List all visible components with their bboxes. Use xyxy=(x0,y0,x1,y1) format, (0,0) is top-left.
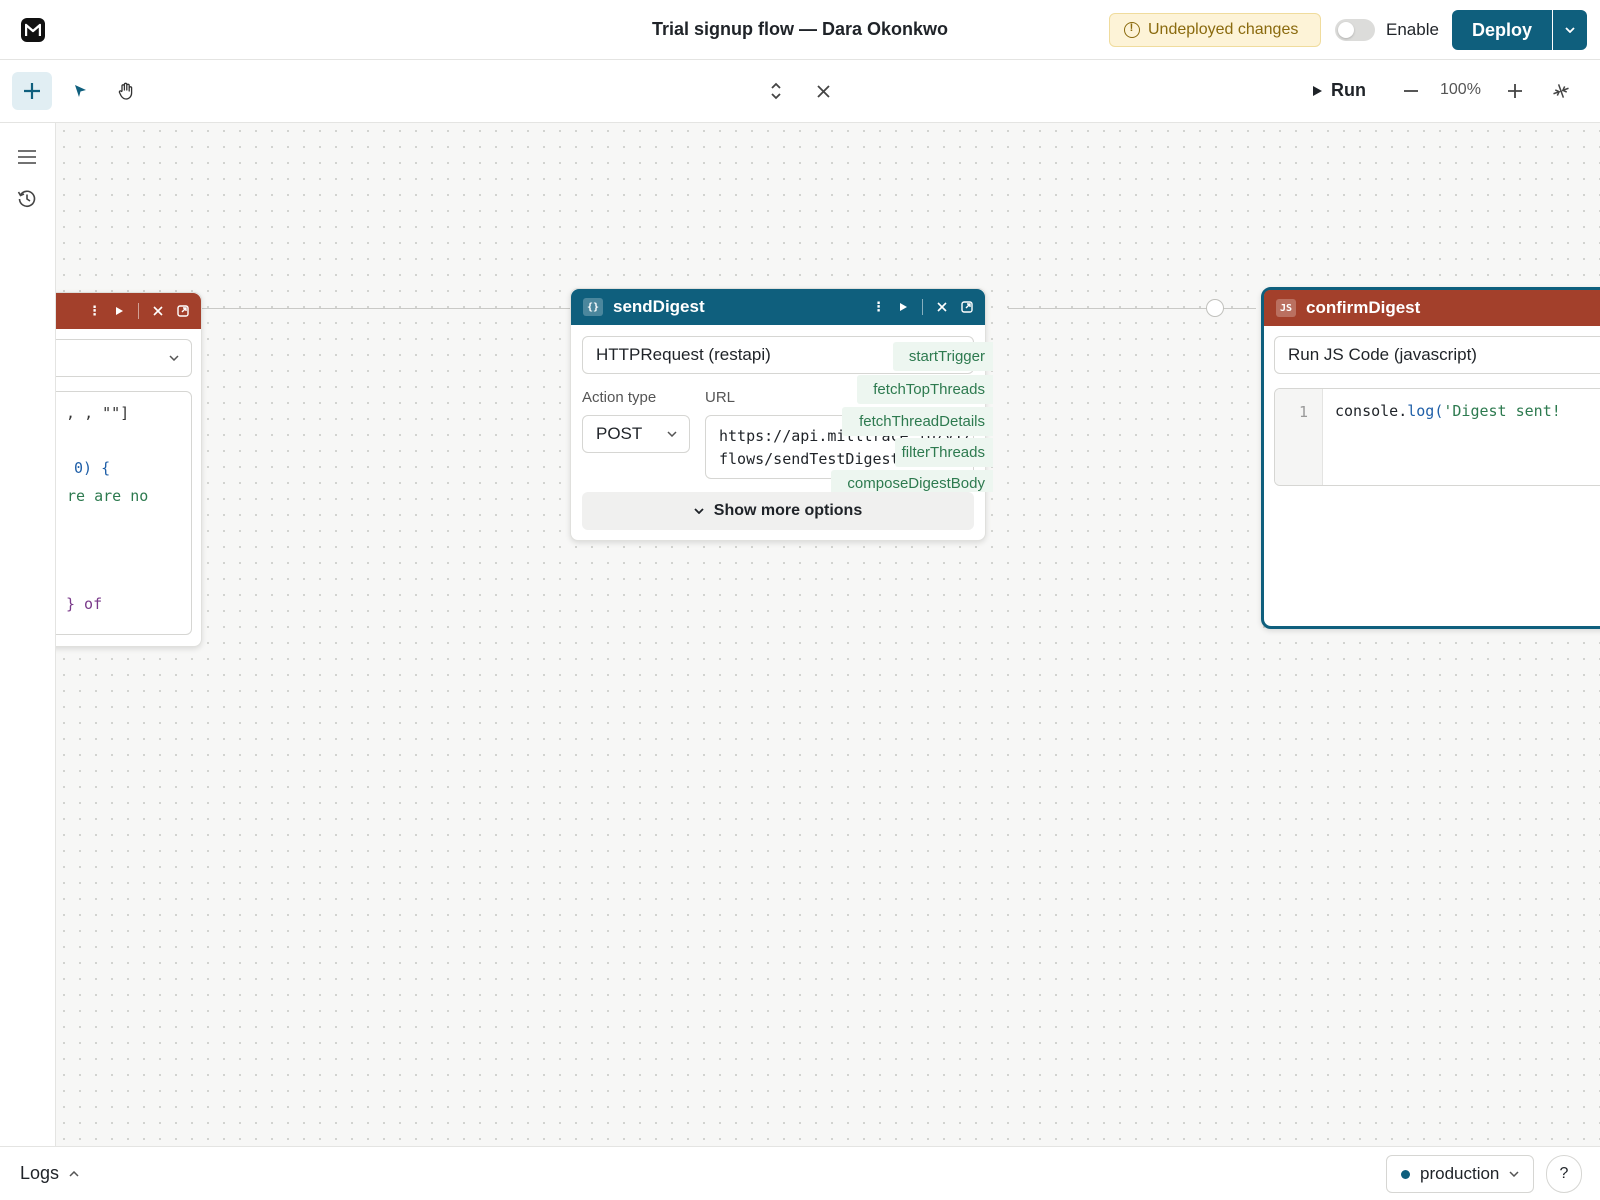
node-senddigest[interactable]: {} sendDigest ⋮ HTTPRequest (restapi) Ac… xyxy=(570,288,993,541)
suggestion-item[interactable]: filterThreads xyxy=(895,438,993,467)
menu-icon[interactable] xyxy=(17,150,37,169)
undeployed-changes-badge[interactable]: Undeployed changes xyxy=(1109,13,1321,47)
select-tool-button[interactable] xyxy=(60,72,100,110)
expand-collapse-button[interactable] xyxy=(756,72,796,110)
show-more-label: Show more options xyxy=(713,502,863,519)
chevron-down-icon xyxy=(1509,1171,1519,1177)
resource-value: HTTPRequest (restapi) xyxy=(596,345,771,364)
plus-icon xyxy=(24,83,40,99)
resource-value: Run JS Code (javascript) xyxy=(1288,345,1477,364)
play-icon[interactable] xyxy=(115,306,124,316)
history-icon[interactable] xyxy=(17,189,37,214)
code-editor[interactable]: 1 console.log('Digest sent! xyxy=(1274,388,1600,486)
bottom-bar: Logs production ? xyxy=(0,1146,1600,1200)
pointer-icon xyxy=(75,85,86,97)
chevron-down-icon xyxy=(694,508,704,514)
chevron-down-icon xyxy=(667,431,677,437)
run-button[interactable]: Run xyxy=(1312,80,1366,101)
close-icon[interactable] xyxy=(937,302,947,312)
enable-toggle[interactable] xyxy=(1335,19,1375,41)
run-label: Run xyxy=(1331,80,1366,100)
line-number: 1 xyxy=(1275,389,1323,485)
suggestion-item[interactable]: fetchThreadDetails xyxy=(842,407,993,436)
chevron-up-icon xyxy=(69,1170,79,1177)
open-external-icon[interactable] xyxy=(961,301,973,313)
environment-value: production xyxy=(1420,1164,1500,1183)
close-selection-button[interactable] xyxy=(803,72,843,110)
divider xyxy=(138,303,139,319)
flow-canvas[interactable]: ⋮ , , ""] 0) { re are no } of {} sendDig… xyxy=(56,123,1600,1146)
node-confirmdigest[interactable]: JS confirmDigest Run JS Code (javascript… xyxy=(1261,287,1600,629)
variable-suggestions: startTrigger fetchTopThreads fetchThread… xyxy=(793,342,993,492)
node-title[interactable]: confirmDigest xyxy=(1306,298,1420,318)
action-type-select[interactable]: POST xyxy=(582,415,690,453)
pan-tool-button[interactable] xyxy=(106,72,146,110)
warning-icon xyxy=(1124,22,1140,38)
node-actions: ⋮ xyxy=(88,293,189,329)
url-label: URL xyxy=(705,389,736,406)
node-previous-step[interactable]: ⋮ , , ""] 0) { re are no } of xyxy=(56,292,202,647)
code-line: 0) { xyxy=(74,459,111,477)
help-button[interactable]: ? xyxy=(1546,1155,1582,1193)
suggestion-item[interactable]: fetchTopThreads xyxy=(857,375,993,404)
logs-label: Logs xyxy=(20,1163,60,1183)
toggle-knob xyxy=(1338,22,1354,38)
plus-icon xyxy=(1508,84,1522,98)
environment-status-dot xyxy=(1401,1169,1410,1179)
chevron-up-down-icon xyxy=(771,82,781,100)
node-header: {} sendDigest ⋮ xyxy=(571,289,985,325)
javascript-icon: JS xyxy=(1276,299,1296,317)
app-logo-icon[interactable] xyxy=(21,18,45,42)
left-sidebar xyxy=(0,123,56,1146)
close-icon xyxy=(816,84,830,98)
fit-view-button[interactable] xyxy=(1541,72,1581,110)
badge-label: Undeployed changes xyxy=(1148,21,1299,38)
suggestion-item[interactable]: startTrigger xyxy=(893,342,993,371)
minus-icon xyxy=(1404,90,1418,92)
environment-select[interactable]: production xyxy=(1386,1155,1534,1193)
suggestion-item[interactable]: composeDigestBody xyxy=(831,470,993,492)
node-header: ⋮ xyxy=(56,293,201,329)
more-options-icon[interactable]: ⋮ xyxy=(872,299,885,315)
code-line: console.log('Digest sent! xyxy=(1335,402,1561,420)
logs-toggle-button[interactable]: Logs xyxy=(20,1163,79,1184)
resource-select[interactable] xyxy=(56,339,192,377)
action-type-value: POST xyxy=(596,424,643,443)
node-header: JS confirmDigest xyxy=(1264,290,1600,326)
enable-label: Enable xyxy=(1386,20,1439,39)
play-icon[interactable] xyxy=(899,302,908,312)
zoom-level: 100% xyxy=(1440,81,1481,98)
code-line: , , ""] xyxy=(66,404,130,422)
collapse-arrows-icon xyxy=(1553,84,1569,98)
code-editor[interactable]: , , ""] 0) { re are no } of xyxy=(56,391,192,635)
hand-icon xyxy=(118,82,133,100)
show-more-options-button[interactable]: Show more options xyxy=(582,492,974,530)
close-icon[interactable] xyxy=(153,306,163,316)
zoom-out-button[interactable] xyxy=(1391,72,1431,110)
canvas-toolbar: Run 100% xyxy=(0,60,1600,123)
resource-select[interactable]: Run JS Code (javascript) xyxy=(1274,336,1600,374)
node-title[interactable]: sendDigest xyxy=(613,297,705,317)
code-line: re are no xyxy=(67,487,149,505)
deploy-button[interactable]: Deploy xyxy=(1452,10,1552,50)
top-header: Trial signup flow — Dara Okonkwo Undeplo… xyxy=(0,0,1600,60)
chevron-down-icon xyxy=(1565,27,1575,33)
node-actions: ⋮ xyxy=(872,289,973,325)
chevron-down-icon xyxy=(169,355,179,361)
play-icon xyxy=(1313,85,1322,96)
edge-connector-handle[interactable] xyxy=(1206,299,1224,317)
open-external-icon[interactable] xyxy=(177,305,189,317)
divider xyxy=(922,299,923,315)
action-type-label: Action type xyxy=(582,389,657,406)
code-line: } of xyxy=(66,595,103,613)
zoom-in-button[interactable] xyxy=(1495,72,1535,110)
deploy-options-button[interactable] xyxy=(1553,10,1587,50)
add-node-button[interactable] xyxy=(12,72,52,110)
rest-api-icon: {} xyxy=(583,298,603,316)
more-options-icon[interactable]: ⋮ xyxy=(88,303,101,319)
